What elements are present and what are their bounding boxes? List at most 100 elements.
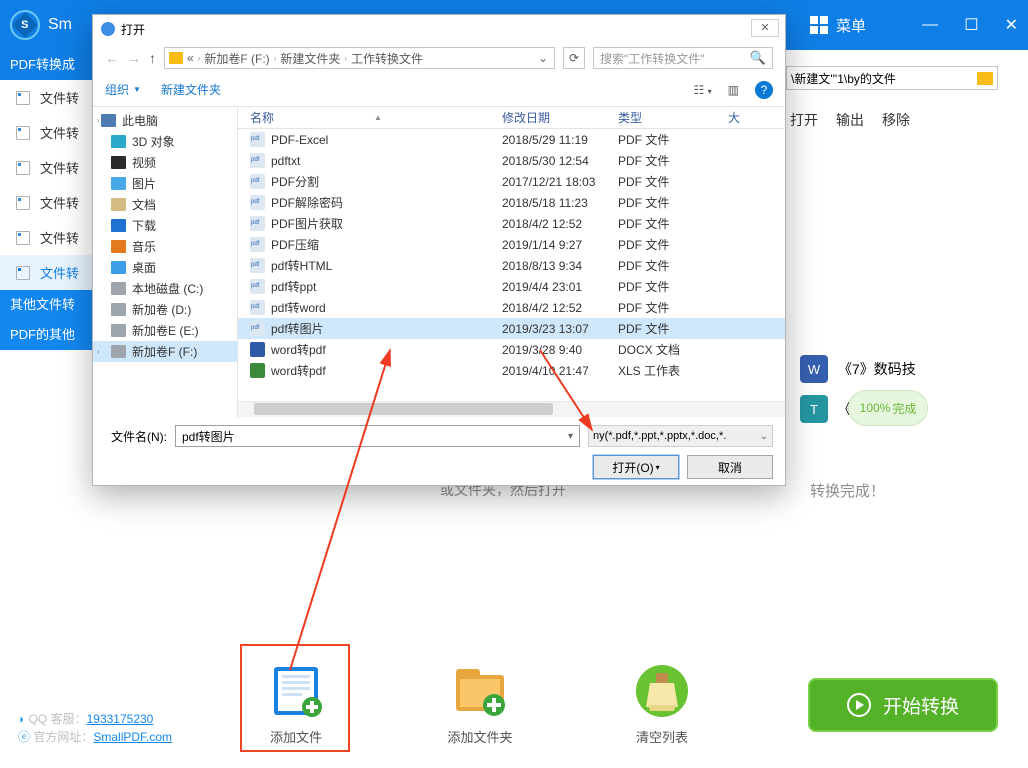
add-file-button[interactable]: 添加文件 xyxy=(246,663,346,746)
new-folder-button[interactable]: 新建文件夹 xyxy=(161,81,221,98)
minimize-icon[interactable]: — xyxy=(922,16,938,34)
horizontal-scrollbar[interactable] xyxy=(238,401,785,417)
file-icon xyxy=(250,132,265,147)
view-mode-button[interactable]: ☷ ▾ xyxy=(694,83,712,97)
file-row[interactable]: word转pdf2019/3/28 9:40DOCX 文档 xyxy=(238,339,785,360)
close-icon[interactable]: ✕ xyxy=(1005,15,1018,35)
file-row[interactable]: PDF图片获取2018/4/2 12:52PDF 文件 xyxy=(238,213,785,234)
tree-item-6[interactable]: 音乐 xyxy=(93,236,237,257)
start-convert-button[interactable]: 开始转换 xyxy=(808,678,998,732)
dialog-close-button[interactable]: ✕ xyxy=(751,19,779,37)
chevron-down-icon[interactable]: ▾ xyxy=(568,431,573,442)
menu-button[interactable]: 菜单 xyxy=(810,15,866,36)
sidebar-head-3[interactable]: PDF的其他 xyxy=(0,320,93,350)
file-row[interactable]: word转pdf2019/4/10 21:47XLS 工作表 xyxy=(238,360,785,381)
file-row[interactable]: pdftxt2018/5/30 12:54PDF 文件 xyxy=(238,150,785,171)
sidebar-head-2[interactable]: 其他文件转 xyxy=(0,290,93,320)
search-input[interactable]: 搜索"工作转换文件" 🔍 xyxy=(593,47,773,69)
file-tile-1[interactable]: W 《7》数码技 xyxy=(800,355,916,383)
drive-icon xyxy=(101,114,116,127)
crumb-1[interactable]: 新建文件夹 xyxy=(280,50,340,67)
tree-item-11[interactable]: ›新加卷F (F:) xyxy=(93,341,237,362)
sidebar-item-3[interactable]: 文件转 xyxy=(0,185,93,220)
crumb-2[interactable]: 工作转换文件 xyxy=(351,50,423,67)
file-icon xyxy=(250,258,265,273)
sidebar-item-1[interactable]: 文件转 xyxy=(0,115,93,150)
conversion-done-text: 转换完成！ xyxy=(810,480,885,501)
scroll-right-icon[interactable] xyxy=(769,402,785,417)
file-type-filter[interactable]: ny(*.pdf,*.ppt,*.pptx,*.doc,*. ⌄ xyxy=(588,425,773,447)
sidebar-item-2[interactable]: 文件转 xyxy=(0,150,93,185)
tree-item-4[interactable]: 文档 xyxy=(93,194,237,215)
tree-item-0[interactable]: ›此电脑 xyxy=(93,110,237,131)
scroll-left-icon[interactable] xyxy=(238,402,254,417)
site-link[interactable]: SmallPDF.com xyxy=(93,730,172,744)
app-title: Sm xyxy=(48,16,72,34)
file-row[interactable]: PDF分割2017/12/21 18:03PDF 文件 xyxy=(238,171,785,192)
search-placeholder: 搜索"工作转换文件" xyxy=(600,50,705,67)
output-path-field[interactable]: \新建文'''1\by的文件 xyxy=(786,66,998,90)
sidebar-item-4[interactable]: 文件转 xyxy=(0,220,93,255)
clear-list-button[interactable]: 清空列表 xyxy=(612,663,712,746)
col-date-header[interactable]: 修改日期 xyxy=(502,109,618,126)
nav-up-button[interactable]: ↑ xyxy=(149,50,156,66)
organize-menu[interactable]: 组织▼ xyxy=(105,81,141,98)
file-icon xyxy=(250,279,265,294)
tree-item-2[interactable]: 视频 xyxy=(93,152,237,173)
file-row[interactable]: pdf转HTML2018/8/13 9:34PDF 文件 xyxy=(238,255,785,276)
filename-value: pdf转图片 xyxy=(182,428,235,445)
output-action[interactable]: 输出 xyxy=(836,110,864,130)
tree-item-1[interactable]: 3D 对象 xyxy=(93,131,237,152)
cancel-button[interactable]: 取消 xyxy=(687,455,773,479)
sidebar-head-1[interactable]: PDF转换成 xyxy=(0,50,93,80)
tree-item-3[interactable]: 图片 xyxy=(93,173,237,194)
file-row[interactable]: PDF压缩2019/1/14 9:27PDF 文件 xyxy=(238,234,785,255)
filename-label: 文件名(N): xyxy=(105,428,167,445)
file-row[interactable]: PDF解除密码2018/5/18 11:23PDF 文件 xyxy=(238,192,785,213)
open-file-dialog: 打开 ✕ ← → ↑ « › 新加卷F (F:) › 新建文件夹 › 工作转换文… xyxy=(92,14,786,486)
tree-item-8[interactable]: 本地磁盘 (C:) xyxy=(93,278,237,299)
add-folder-button[interactable]: 添加文件夹 xyxy=(430,663,530,746)
app-shield-icon xyxy=(101,22,115,36)
col-type-header[interactable]: 类型 xyxy=(618,109,728,126)
tree-item-5[interactable]: 下载 xyxy=(93,215,237,236)
search-icon: 🔍 xyxy=(750,50,766,66)
qq-link[interactable]: 1933175230 xyxy=(87,712,154,726)
nav-back-button[interactable]: ← xyxy=(105,50,119,66)
add-file-label: 添加文件 xyxy=(270,730,322,745)
sidebar-item-0[interactable]: 文件转 xyxy=(0,80,93,115)
refresh-button[interactable]: ⟳ xyxy=(563,47,585,69)
add-folder-label: 添加文件夹 xyxy=(447,730,512,745)
help-icon[interactable]: ? xyxy=(755,81,773,99)
preview-pane-button[interactable]: ▥ xyxy=(728,83,739,97)
add-file-icon xyxy=(268,663,324,719)
open-action[interactable]: 打开 xyxy=(790,110,818,130)
file-icon xyxy=(250,153,265,168)
breadcrumb-path[interactable]: « › 新加卷F (F:) › 新建文件夹 › 工作转换文件 ⌄ xyxy=(164,47,555,69)
tree-item-10[interactable]: 新加卷E (E:) xyxy=(93,320,237,341)
breadcrumb-pc: « xyxy=(187,51,194,65)
file-row[interactable]: PDF-Excel2018/5/29 11:19PDF 文件 xyxy=(238,129,785,150)
drive-icon xyxy=(111,324,126,337)
maximize-icon[interactable]: ☐ xyxy=(964,15,978,35)
tree-item-9[interactable]: 新加卷 (D:) xyxy=(93,299,237,320)
filename-input[interactable]: pdf转图片 ▾ xyxy=(175,425,580,447)
remove-action[interactable]: 移除 xyxy=(882,110,910,130)
col-size-header[interactable]: 大 xyxy=(728,109,768,126)
text-icon: T xyxy=(800,395,828,423)
file-type-value: ny(*.pdf,*.ppt,*.pptx,*.doc,*. xyxy=(593,430,726,442)
nav-fwd-button[interactable]: → xyxy=(127,50,141,66)
file-row[interactable]: pdf转word2018/4/2 12:52PDF 文件 xyxy=(238,297,785,318)
list-header: 名称▲ 修改日期 类型 大 xyxy=(238,107,785,129)
open-button[interactable]: 打开(O) ▾ xyxy=(593,455,679,479)
file-row[interactable]: pdf转ppt2019/4/4 23:01PDF 文件 xyxy=(238,276,785,297)
path-dropdown-icon[interactable]: ⌄ xyxy=(532,51,554,65)
file-row[interactable]: pdf转图片2019/3/23 13:07PDF 文件 xyxy=(238,318,785,339)
col-name-header[interactable]: 名称▲ xyxy=(250,109,502,126)
sidebar-item-5[interactable]: 文件转 xyxy=(0,255,93,290)
chevron-down-icon[interactable]: ⌄ xyxy=(760,431,768,442)
contact-info: ◗ QQ 客服：1933175230 ⓔ 官方网址：SmallPDF.com xyxy=(18,710,172,746)
tree-item-7[interactable]: 桌面 xyxy=(93,257,237,278)
play-icon xyxy=(847,693,871,717)
crumb-0[interactable]: 新加卷F (F:) xyxy=(204,50,269,67)
